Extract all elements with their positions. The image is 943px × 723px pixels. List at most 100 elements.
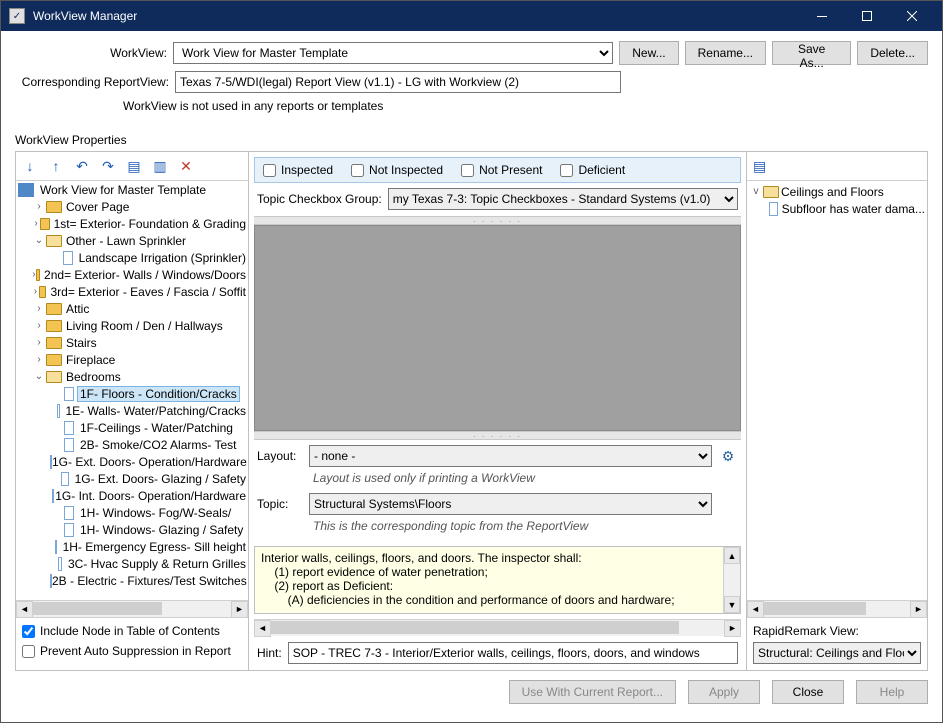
new-item-icon[interactable]: ▥	[152, 158, 168, 175]
tree-item[interactable]: ›1st= Exterior- Foundation & Grading	[16, 215, 248, 232]
hint-input[interactable]	[288, 642, 738, 664]
topic-group-label: Topic Checkbox Group:	[257, 192, 382, 206]
rapidremark-select[interactable]: Structural: Ceilings and Floors	[753, 642, 921, 664]
sop-text-box[interactable]: Interior walls, ceilings, floors, and do…	[254, 546, 741, 614]
tree-item[interactable]: ›Cover Page	[16, 198, 248, 215]
sop-vscroll[interactable]: ▲ ▼	[723, 547, 740, 613]
tree-item[interactable]: ›Living Room / Den / Hallways	[16, 317, 248, 334]
tree-item[interactable]: 1E- Walls- Water/Patching/Cracks	[16, 402, 248, 419]
tree-item[interactable]: Landscape Irrigation (Sprinkler)	[16, 249, 248, 266]
tree-item-label: Attic	[64, 302, 91, 316]
workview-tree[interactable]: Work View for Master Template›Cover Page…	[16, 181, 248, 600]
tree-item[interactable]: 1G- Ext. Doors- Glazing / Safety	[16, 470, 248, 487]
tree-item[interactable]: ⌄Other - Lawn Sprinkler	[16, 232, 248, 249]
tree-item[interactable]: 1H- Windows- Glazing / Safety	[16, 521, 248, 538]
splitter-top[interactable]: · · · · · ·	[254, 216, 741, 225]
rename-button[interactable]: Rename...	[685, 41, 766, 65]
new-button[interactable]: New...	[619, 41, 678, 65]
page-icon	[62, 421, 76, 435]
redo-icon[interactable]: ↷	[100, 158, 116, 175]
workview-select[interactable]: Work View for Master Template	[173, 42, 613, 64]
scroll-left-icon[interactable]: ◄	[254, 620, 271, 637]
not-inspected-checkbox[interactable]: Not Inspected	[351, 163, 443, 177]
delete-icon[interactable]: ✕	[178, 158, 194, 175]
layout-label: Layout:	[257, 449, 309, 463]
tree-item-label: Cover Page	[64, 200, 131, 214]
folder-icon	[46, 370, 62, 384]
folder-icon	[46, 234, 62, 248]
delete-button[interactable]: Delete...	[857, 41, 928, 65]
folder-icon	[46, 319, 62, 333]
apply-button[interactable]: Apply	[688, 680, 760, 704]
middle-panel: Inspected Not Inspected Not Present Defi…	[249, 152, 747, 670]
sop-line: (A) deficiencies in the condition and pe…	[261, 593, 716, 607]
page-icon	[56, 557, 64, 571]
tree-item[interactable]: ›3rd= Exterior - Eaves / Fascia / Soffit	[16, 283, 248, 300]
tree-item[interactable]: 1G- Int. Doors- Operation/Hardware	[16, 487, 248, 504]
tree-item[interactable]: 1F-Ceilings - Water/Patching	[16, 419, 248, 436]
undo-icon[interactable]: ↶	[74, 158, 90, 175]
move-up-icon[interactable]: ↑	[48, 158, 64, 174]
left-hscroll[interactable]: ◄ ►	[16, 600, 248, 617]
tree-item[interactable]: ›Stairs	[16, 334, 248, 351]
layout-select[interactable]: - none -	[309, 445, 712, 467]
scroll-left-icon[interactable]: ◄	[16, 601, 33, 618]
layout-settings-icon[interactable]: ⚙	[718, 448, 738, 465]
tree-item-label: 3C- Hvac Supply & Return Grilles	[66, 557, 248, 571]
folder-icon	[763, 185, 779, 199]
minimize-button[interactable]	[799, 1, 844, 31]
use-with-report-button[interactable]: Use With Current Report...	[509, 680, 676, 704]
new-folder-icon[interactable]: ▤	[126, 158, 142, 175]
tree-item[interactable]: ›2nd= Exterior- Walls / Windows/Doors	[16, 266, 248, 283]
scroll-down-icon[interactable]: ▼	[724, 596, 740, 613]
close-window-button[interactable]	[889, 1, 934, 31]
tree-item[interactable]: ›Fireplace	[16, 351, 248, 368]
folder-icon	[46, 302, 62, 316]
topic-select[interactable]: Structural Systems\Floors	[309, 493, 712, 515]
scroll-right-icon[interactable]: ►	[910, 601, 927, 618]
tree-item[interactable]: 1H- Emergency Egress- Sill height	[16, 538, 248, 555]
reportview-input[interactable]	[175, 71, 621, 93]
move-down-icon[interactable]: ↓	[22, 158, 38, 174]
scroll-left-icon[interactable]: ◄	[747, 601, 764, 618]
topic-group-select[interactable]: my Texas 7-3: Topic Checkboxes - Standar…	[388, 188, 738, 210]
help-button[interactable]: Help	[856, 680, 928, 704]
tree-item[interactable]: 1G- Ext. Doors- Operation/Hardware	[16, 453, 248, 470]
scroll-up-icon[interactable]: ▲	[724, 547, 740, 564]
prevent-auto-checkbox[interactable]: Prevent Auto Suppression in Report	[22, 644, 242, 658]
tree-item[interactable]: 2B- Smoke/CO2 Alarms- Test	[16, 436, 248, 453]
right-tree-icon[interactable]: ▤	[753, 158, 766, 175]
tree-item[interactable]: ›Attic	[16, 300, 248, 317]
maximize-button[interactable]	[844, 1, 889, 31]
folder-icon	[46, 200, 62, 214]
tree-item-label: 1G- Int. Doors- Operation/Hardware	[53, 489, 248, 503]
folder-icon	[46, 336, 62, 350]
reportview-label: Corresponding ReportView:	[15, 75, 175, 89]
tree-item-label: 1G- Ext. Doors- Operation/Hardware	[50, 455, 248, 469]
tree-item[interactable]: 1F- Floors - Condition/Cracks	[16, 385, 248, 402]
not-present-checkbox[interactable]: Not Present	[461, 163, 542, 177]
title-bar: ✓ WorkView Manager	[1, 1, 942, 31]
tree-item[interactable]: 3C- Hvac Supply & Return Grilles	[16, 555, 248, 572]
page-icon	[767, 202, 780, 216]
deficient-checkbox[interactable]: Deficient	[560, 163, 625, 177]
tree-item[interactable]: 2B - Electric - Fixtures/Test Switches	[16, 572, 248, 589]
saveas-button[interactable]: Save As...	[772, 41, 851, 65]
folder-icon	[46, 353, 62, 367]
sop-hscroll[interactable]: ◄ ►	[254, 619, 741, 636]
tree-item[interactable]: 1H- Windows- Fog/W-Seals/	[16, 504, 248, 521]
editor-area[interactable]	[254, 225, 741, 431]
sop-line: (2) report as Deficient:	[261, 579, 716, 593]
tree-item-label: 3rd= Exterior - Eaves / Fascia / Soffit	[48, 285, 248, 299]
inspected-checkbox[interactable]: Inspected	[263, 163, 333, 177]
splitter-bottom[interactable]: · · · · · ·	[254, 431, 741, 440]
tree-item-label: Other - Lawn Sprinkler	[64, 234, 188, 248]
tree-item[interactable]: ⌄Bedrooms	[16, 368, 248, 385]
tree-item-label: 1H- Emergency Egress- Sill height	[61, 540, 248, 554]
right-hscroll[interactable]: ◄ ►	[747, 600, 927, 617]
include-toc-checkbox[interactable]: Include Node in Table of Contents	[22, 624, 242, 638]
scroll-right-icon[interactable]: ►	[231, 601, 248, 618]
scroll-right-icon[interactable]: ►	[724, 620, 741, 637]
rapidremark-tree[interactable]: vCeilings and Floors Subfloor has water …	[747, 180, 927, 600]
close-button[interactable]: Close	[772, 680, 844, 704]
